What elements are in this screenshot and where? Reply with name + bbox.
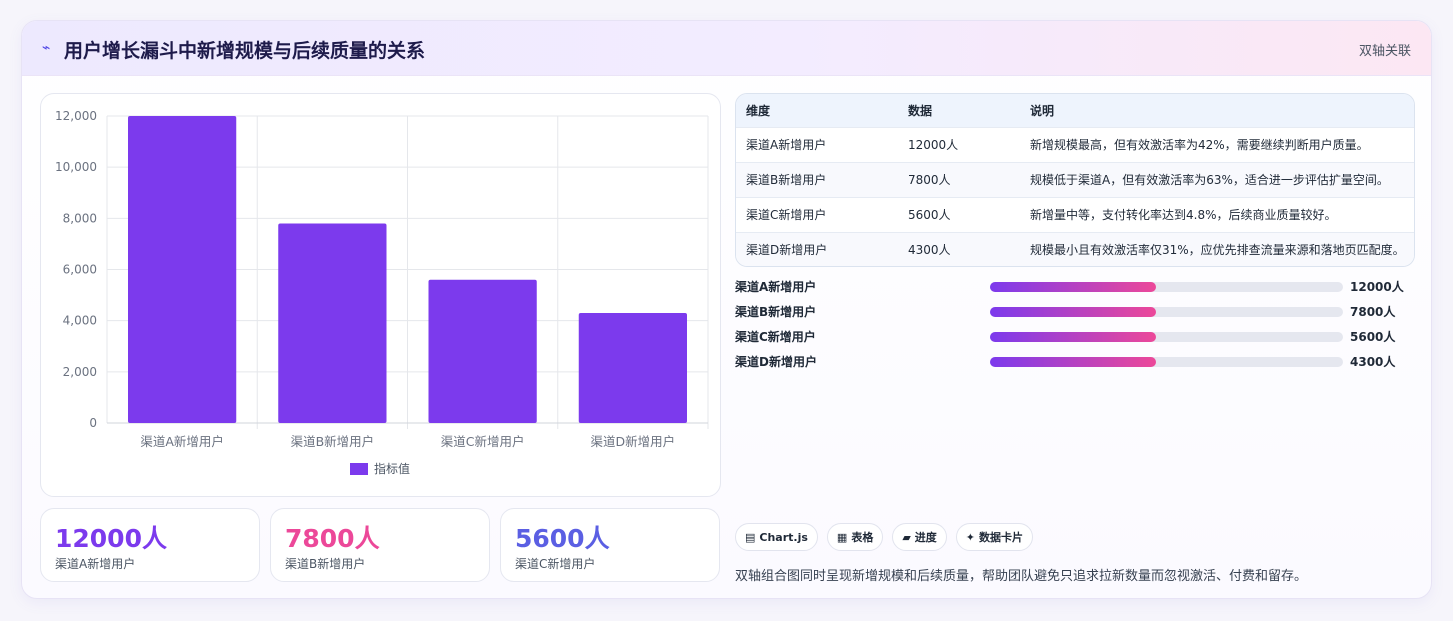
progress-fill	[990, 357, 1156, 367]
progress-label: 渠道B新增用户	[735, 305, 817, 319]
table-row: 渠道B新增用户 7800人 规模低于渠道A，但有效激活率为63%，适合进一步评估…	[736, 161, 1414, 197]
legend-swatch	[350, 462, 368, 475]
chip-label: 数据卡片	[979, 531, 1024, 544]
progress-row: 渠道C新增用户 5600人	[735, 328, 1415, 344]
table-cell: 规模最小且有效激活率仅31%，应优先排查流量来源和落地页匹配度。	[1020, 231, 1414, 266]
table-header-cell: 数据	[898, 94, 1020, 127]
sparkle-icon: ✦	[965, 530, 976, 544]
header-tag: 双轴关联	[1358, 44, 1411, 59]
progress-row: 渠道B新增用户 7800人	[735, 303, 1415, 319]
chart-icon: ▤	[745, 530, 756, 544]
chip-label: 进度	[914, 531, 937, 544]
data-table: 维度 数据 说明 渠道A新增用户 12000人 新增规模最高，但有效激活率为42…	[735, 93, 1415, 267]
progress-track	[990, 357, 1343, 367]
stat-label: 渠道A新增用户	[55, 557, 136, 571]
y-tick-label: 12,000	[55, 109, 97, 123]
table-row: 渠道D新增用户 4300人 规模最小且有效激活率仅31%，应优先排查流量来源和落…	[736, 231, 1414, 266]
progress-value: 4300人	[1350, 355, 1396, 369]
stat-card: 12000人 渠道A新增用户	[40, 508, 260, 582]
legend-label: 指标值	[374, 462, 411, 476]
bar-chart-svg: 0 2,000 4,000 6,000 8,000 10,000 12,000 渠道A新增用户…	[55, 109, 709, 449]
chip-label: 表格	[851, 531, 874, 544]
table-cell: 5600人	[898, 196, 1020, 232]
y-tick-label: 2,000	[63, 365, 97, 379]
chip-chartjs[interactable]: ▤ Chart.js	[735, 523, 818, 551]
progress-fill	[990, 282, 1156, 292]
stat-value: 7800人	[285, 524, 380, 553]
bar	[578, 312, 687, 423]
chart-legend[interactable]: 指标值	[350, 460, 410, 477]
progress-value: 5600人	[1350, 330, 1396, 344]
table-cell: 规模低于渠道A，但有效激活率为63%，适合进一步评估扩量空间。	[1020, 161, 1414, 197]
table-cell: 渠道C新增用户	[736, 196, 898, 232]
y-tick-label: 0	[89, 416, 97, 430]
card-header: ⌁ 用户增长漏斗中新增规模与后续质量的关系 双轴关联	[22, 21, 1431, 76]
x-tick-label: 渠道B新增用户	[291, 434, 375, 449]
chip-data-card[interactable]: ✦ 数据卡片	[955, 523, 1034, 551]
table-cell: 新增规模最高，但有效激活率为42%，需要继续判断用户质量。	[1020, 126, 1414, 162]
table-row: 渠道A新增用户 12000人 新增规模最高，但有效激活率为42%，需要继续判断用…	[736, 126, 1414, 162]
progress-label: 渠道A新增用户	[735, 280, 817, 294]
progress-track	[990, 282, 1343, 292]
progress-icon: ▰	[902, 530, 911, 544]
page-title: 用户增长漏斗中新增规模与后续质量的关系	[64, 40, 426, 62]
feature-chips: ▤ Chart.js ▦ 表格 ▰ 进度 ✦ 数据卡片	[735, 523, 1034, 551]
y-tick-label: 10,000	[55, 160, 97, 174]
x-tick-label: 渠道D新增用户	[591, 434, 676, 449]
table-cell: 渠道B新增用户	[736, 161, 898, 197]
stat-value: 5600人	[515, 524, 610, 553]
table-cell: 4300人	[898, 231, 1020, 266]
progress-value: 7800人	[1350, 305, 1396, 319]
progress-value: 12000人	[1350, 280, 1404, 294]
y-tick-label: 8,000	[63, 211, 97, 225]
table-icon: ▦	[836, 530, 848, 544]
table-header-cell: 说明	[1020, 94, 1414, 127]
progress-label: 渠道D新增用户	[735, 355, 817, 369]
stat-label: 渠道C新增用户	[515, 557, 596, 571]
y-tick-label: 6,000	[63, 263, 97, 277]
chip-progress[interactable]: ▰ 进度	[892, 523, 947, 551]
table-cell: 新增量中等，支付转化率达到4.8%，后续商业质量较好。	[1020, 196, 1414, 232]
footer-note: 双轴组合图同时呈现新增规模和后续质量，帮助团队避免只追求拉新数量而忽视激活、付费…	[735, 569, 1308, 584]
table-header-row: 维度 数据 说明	[736, 94, 1414, 127]
x-tick-label: 渠道C新增用户	[441, 434, 525, 449]
stat-value: 12000人	[55, 524, 167, 553]
progress-fill	[990, 307, 1156, 317]
progress-row: 渠道D新增用户 4300人	[735, 353, 1415, 369]
x-tick-label: 渠道A新增用户	[140, 434, 224, 449]
stat-card: 7800人 渠道B新增用户	[270, 508, 490, 582]
bar	[428, 279, 537, 423]
report-card: ⌁ 用户增长漏斗中新增规模与后续质量的关系 双轴关联 0 2,000 4,000 6,…	[21, 20, 1432, 599]
table-cell: 渠道A新增用户	[736, 126, 898, 162]
chart-line-icon: ⌁	[42, 40, 51, 56]
table-header-cell: 维度	[736, 94, 898, 127]
progress-track	[990, 307, 1343, 317]
bar	[278, 223, 387, 423]
progress-label: 渠道C新增用户	[735, 330, 816, 344]
stat-label: 渠道B新增用户	[285, 557, 366, 571]
stat-card: 5600人 渠道C新增用户	[500, 508, 720, 582]
progress-row: 渠道A新增用户 12000人	[735, 278, 1415, 294]
table-cell: 12000人	[898, 126, 1020, 162]
chip-label: Chart.js	[759, 530, 808, 544]
chip-table[interactable]: ▦ 表格	[826, 523, 884, 551]
progress-fill	[990, 332, 1156, 342]
table-row: 渠道C新增用户 5600人 新增量中等，支付转化率达到4.8%，后续商业质量较好…	[736, 196, 1414, 232]
table-cell: 渠道D新增用户	[736, 231, 898, 266]
table-cell: 7800人	[898, 161, 1020, 197]
bar-chart: 0 2,000 4,000 6,000 8,000 10,000 12,000 渠道A新增用户…	[40, 93, 721, 497]
progress-track	[990, 332, 1343, 342]
y-tick-label: 4,000	[63, 314, 97, 328]
bar	[128, 116, 237, 423]
